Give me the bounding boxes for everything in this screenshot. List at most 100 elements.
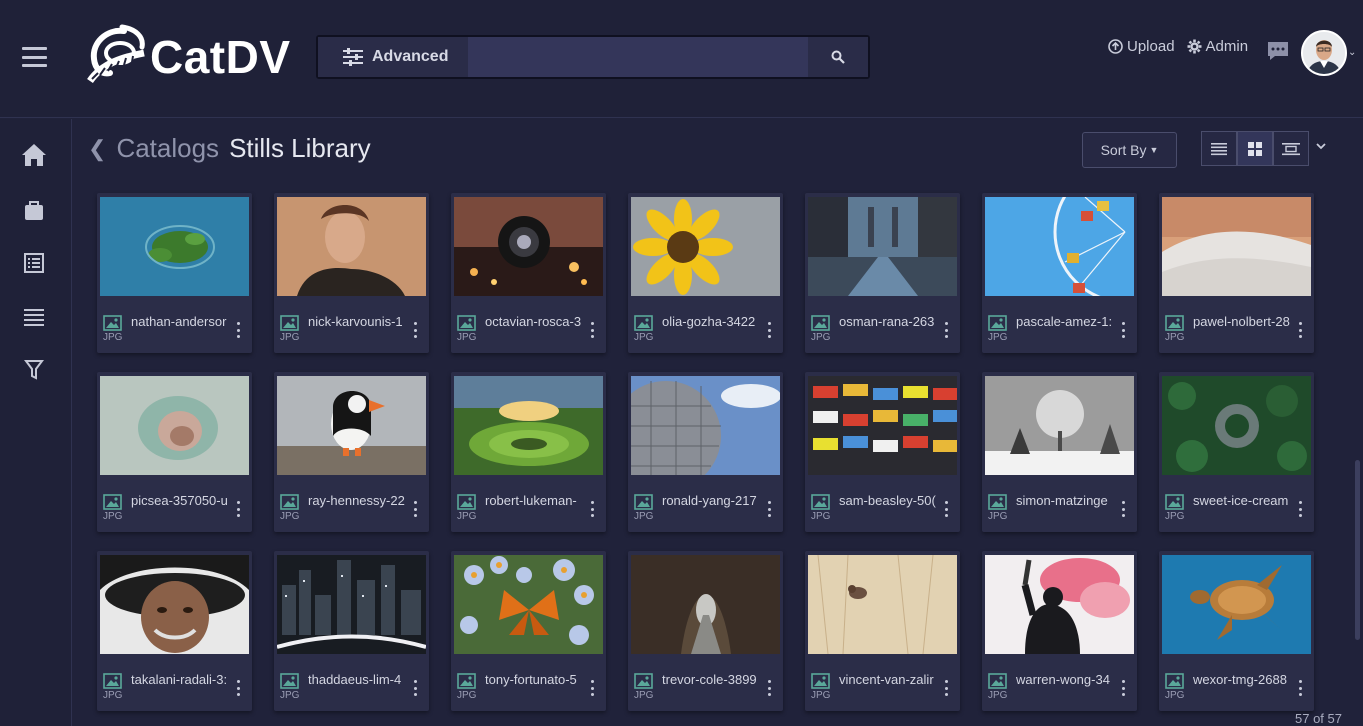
more-options-icon[interactable] [942, 501, 950, 517]
thumbnail-image[interactable] [454, 376, 603, 475]
file-name: ronald-yang-217 [662, 493, 757, 508]
asset-card[interactable]: JPG ronald-yang-217 [628, 372, 783, 532]
sidebar-item-bag[interactable] [21, 197, 47, 223]
more-options-icon[interactable] [411, 322, 419, 338]
image-file-icon [988, 315, 1007, 331]
asset-card[interactable]: JPG trevor-cole-3899 [628, 551, 783, 711]
asset-card[interactable]: JPG osman-rana-263 [805, 193, 960, 353]
more-options-icon[interactable] [1296, 501, 1304, 517]
item-count: 57 of 57 [1295, 711, 1342, 726]
scrollbar[interactable] [1355, 460, 1360, 640]
asset-card[interactable]: JPG sam-beasley-50( [805, 372, 960, 532]
thumbnail-image[interactable] [985, 555, 1134, 654]
asset-card[interactable]: JPG nick-karvounis-1 [274, 193, 429, 353]
list-view-button[interactable] [1201, 131, 1237, 166]
search-input[interactable] [468, 37, 808, 77]
lines-icon [24, 309, 44, 326]
asset-card[interactable]: JPG simon-matzinge [982, 372, 1137, 532]
asset-card[interactable]: JPG sweet-ice-cream [1159, 372, 1314, 532]
asset-card[interactable]: JPG picsea-357050-u [97, 372, 252, 532]
file-name: tony-fortunato-5 [485, 672, 577, 687]
filmstrip-view-icon [1282, 142, 1300, 155]
thumbnail-image[interactable] [808, 376, 957, 475]
thumbnail-image[interactable] [631, 376, 780, 475]
more-options-icon[interactable] [942, 680, 950, 696]
user-avatar[interactable] [1301, 30, 1347, 76]
thumbnail-image[interactable] [100, 555, 249, 654]
asset-card[interactable]: JPG nathan-andersor [97, 193, 252, 353]
menu-icon[interactable] [22, 47, 47, 67]
more-options-icon[interactable] [1296, 322, 1304, 338]
asset-card[interactable]: JPG vincent-van-zalir [805, 551, 960, 711]
asset-card[interactable]: JPG takalani-radali-3: [97, 551, 252, 711]
thumbnail-image[interactable] [277, 197, 426, 296]
sidebar-item-filter[interactable] [21, 357, 47, 383]
more-options-icon[interactable] [765, 501, 773, 517]
image-file-icon [103, 315, 122, 331]
thumbnail-image[interactable] [1162, 197, 1311, 296]
asset-card[interactable]: JPG wexor-tmg-2688 [1159, 551, 1314, 711]
admin-button[interactable]: Admin [1187, 38, 1248, 55]
more-options-icon[interactable] [1119, 501, 1127, 517]
image-file-icon [457, 315, 476, 331]
more-options-icon[interactable] [588, 322, 596, 338]
thumbnail-image[interactable] [454, 555, 603, 654]
file-type-label: JPG [634, 332, 654, 343]
more-options-icon[interactable] [234, 322, 242, 338]
more-options-icon[interactable] [411, 680, 419, 696]
more-options-icon[interactable] [588, 680, 596, 696]
sidebar-item-home[interactable] [21, 142, 47, 168]
filmstrip-view-button[interactable] [1273, 131, 1309, 166]
view-options-chevron-icon[interactable] [1316, 142, 1326, 150]
upload-button[interactable]: Upload [1108, 38, 1175, 55]
brand-logo[interactable]: CatDV [84, 22, 291, 92]
image-file-icon [103, 494, 122, 510]
chat-icon[interactable] [1266, 40, 1290, 62]
thumbnail-image[interactable] [631, 197, 780, 296]
thumbnail-image[interactable] [1162, 555, 1311, 654]
asset-card[interactable]: JPG pascale-amez-1: [982, 193, 1137, 353]
briefcase-icon [25, 201, 43, 220]
asset-card[interactable]: JPG ray-hennessy-22 [274, 372, 429, 532]
advanced-search-button[interactable]: Advanced [318, 37, 468, 77]
search-button[interactable] [808, 37, 868, 77]
thumbnail-image[interactable] [454, 197, 603, 296]
thumbnail-image[interactable] [631, 555, 780, 654]
more-options-icon[interactable] [1296, 680, 1304, 696]
thumbnail-image[interactable] [277, 376, 426, 475]
more-options-icon[interactable] [234, 680, 242, 696]
asset-card[interactable]: JPG olia-gozha-3422 [628, 193, 783, 353]
filter-icon [24, 360, 44, 380]
sidebar-item-details[interactable] [21, 250, 47, 276]
more-options-icon[interactable] [411, 501, 419, 517]
back-chevron-icon[interactable]: ❮ [88, 136, 106, 162]
sidebar-item-list[interactable] [21, 304, 47, 330]
thumbnail-image[interactable] [808, 197, 957, 296]
grid-view-button[interactable] [1237, 131, 1273, 166]
more-options-icon[interactable] [1119, 322, 1127, 338]
image-file-icon [988, 494, 1007, 510]
asset-card[interactable]: JPG tony-fortunato-5 [451, 551, 606, 711]
asset-card[interactable]: JPG octavian-rosca-3 [451, 193, 606, 353]
asset-card[interactable]: JPG robert-lukeman- [451, 372, 606, 532]
thumbnail-image[interactable] [1162, 376, 1311, 475]
thumbnail-image[interactable] [985, 197, 1134, 296]
more-options-icon[interactable] [765, 680, 773, 696]
more-options-icon[interactable] [1119, 680, 1127, 696]
more-options-icon[interactable] [588, 501, 596, 517]
asset-card[interactable]: JPG pawel-nolbert-28 [1159, 193, 1314, 353]
thumbnail-image[interactable] [100, 197, 249, 296]
sort-by-button[interactable]: Sort By ▼ [1082, 132, 1177, 168]
breadcrumb-catalogs[interactable]: Catalogs [116, 133, 219, 164]
thumbnail-image[interactable] [808, 555, 957, 654]
more-options-icon[interactable] [942, 322, 950, 338]
thumbnail-image[interactable] [985, 376, 1134, 475]
app-header: CatDV Advanced Upload Admin ⌄ [0, 0, 1363, 118]
asset-card[interactable]: JPG warren-wong-34 [982, 551, 1137, 711]
thumbnail-image[interactable] [100, 376, 249, 475]
asset-card[interactable]: JPG thaddaeus-lim-4 [274, 551, 429, 711]
chevron-down-icon[interactable]: ⌄ [1348, 47, 1356, 58]
more-options-icon[interactable] [765, 322, 773, 338]
thumbnail-image[interactable] [277, 555, 426, 654]
more-options-icon[interactable] [234, 501, 242, 517]
